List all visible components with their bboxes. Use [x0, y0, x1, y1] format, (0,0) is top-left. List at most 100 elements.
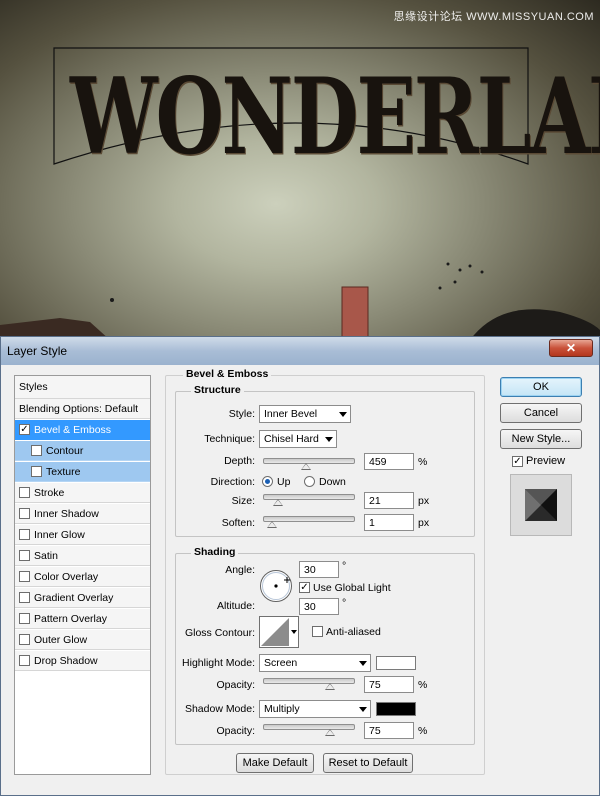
- shadow-opacity-value: 75: [369, 725, 381, 737]
- drop-shadow-checkbox[interactable]: [19, 655, 30, 666]
- ok-button[interactable]: OK: [500, 377, 582, 397]
- close-icon: ✕: [565, 341, 577, 355]
- cancel-button[interactable]: Cancel: [500, 403, 582, 423]
- soften-slider-thumb[interactable]: [267, 521, 278, 528]
- soften-input[interactable]: 1: [364, 514, 414, 531]
- angle-value: 30: [304, 564, 316, 576]
- technique-select[interactable]: Chisel Hard: [259, 430, 337, 448]
- shadow-color-swatch[interactable]: [376, 702, 416, 716]
- depth-input[interactable]: 459: [364, 453, 414, 470]
- chevron-down-icon: [359, 707, 367, 712]
- styles-list: Styles Blending Options: Default ✓ Bevel…: [14, 375, 151, 775]
- altitude-input[interactable]: 30: [299, 598, 339, 615]
- style-item-texture[interactable]: Texture: [15, 462, 150, 482]
- texture-checkbox[interactable]: [31, 466, 42, 477]
- technique-label: Technique:: [204, 433, 255, 445]
- size-unit: px: [418, 495, 430, 507]
- layer-style-dialog: Layer Style ✕ Styles Blending Options: D…: [0, 336, 600, 796]
- angle-label: Angle:: [225, 564, 255, 576]
- shadow-opacity-input[interactable]: 75: [364, 722, 414, 739]
- style-item-inner-shadow[interactable]: Inner Shadow: [15, 504, 150, 524]
- size-input[interactable]: 21: [364, 492, 414, 509]
- use-global-light-checkbox[interactable]: ✓: [299, 582, 310, 593]
- highlight-color-swatch[interactable]: [376, 656, 416, 670]
- style-item-label: Pattern Overlay: [34, 613, 107, 625]
- stroke-checkbox[interactable]: [19, 487, 30, 498]
- inner-glow-checkbox[interactable]: [19, 529, 30, 540]
- style-item-label: Drop Shadow: [34, 655, 98, 667]
- contour-curve-icon: [261, 618, 289, 646]
- background-artwork: 思缘设计论坛 WWW.MISSYUAN.COM WONDERLAND: [0, 0, 600, 340]
- blending-options-item[interactable]: Blending Options: Default: [15, 399, 150, 419]
- new-style-button[interactable]: New Style...: [500, 429, 582, 449]
- shadow-opacity-thumb[interactable]: [325, 729, 335, 736]
- style-item-stroke[interactable]: Stroke: [15, 483, 150, 503]
- gradient-overlay-checkbox[interactable]: [19, 592, 30, 603]
- highlight-opacity-input[interactable]: 75: [364, 676, 414, 693]
- style-item-contour[interactable]: Contour: [15, 441, 150, 461]
- close-button[interactable]: ✕: [549, 339, 593, 357]
- gloss-contour-label: Gloss Contour:: [184, 627, 255, 639]
- style-select[interactable]: Inner Bevel: [259, 405, 351, 423]
- style-select-value: Inner Bevel: [264, 408, 318, 420]
- inner-shadow-checkbox[interactable]: [19, 508, 30, 519]
- shadow-opacity-label: Opacity:: [216, 725, 255, 737]
- highlight-mode-label: Highlight Mode:: [182, 657, 255, 669]
- direction-down-radio[interactable]: [304, 476, 315, 487]
- chevron-down-icon: [291, 630, 297, 634]
- check-icon: ✓: [513, 456, 522, 467]
- highlight-mode-select[interactable]: Screen: [259, 654, 371, 672]
- style-item-drop-shadow[interactable]: Drop Shadow: [15, 651, 150, 671]
- style-item-label: Stroke: [34, 487, 65, 499]
- satin-checkbox[interactable]: [19, 550, 30, 561]
- preview-label: Preview: [526, 455, 566, 467]
- style-item-inner-glow[interactable]: Inner Glow: [15, 525, 150, 545]
- highlight-opacity-value: 75: [369, 679, 381, 691]
- anti-aliased-checkbox[interactable]: [312, 626, 323, 637]
- blending-options-label: Blending Options: Default: [19, 403, 139, 415]
- shadow-mode-select[interactable]: Multiply: [259, 700, 371, 718]
- depth-label: Depth:: [224, 455, 255, 467]
- shadow-opacity-slider[interactable]: [263, 724, 355, 730]
- size-slider-thumb[interactable]: [272, 499, 283, 506]
- pattern-overlay-checkbox[interactable]: [19, 613, 30, 624]
- color-overlay-checkbox[interactable]: [19, 571, 30, 582]
- tower: [341, 286, 369, 338]
- size-label: Size:: [231, 495, 255, 507]
- use-global-light-label: Use Global Light: [313, 582, 391, 594]
- direction-up-radio[interactable]: [262, 476, 273, 487]
- outer-glow-checkbox[interactable]: [19, 634, 30, 645]
- style-item-label: Gradient Overlay: [34, 592, 114, 604]
- styles-header-label: Styles: [19, 381, 48, 393]
- wonderland-title: WONDERLAND: [70, 56, 600, 179]
- style-item-pattern-overlay[interactable]: Pattern Overlay: [15, 609, 150, 629]
- highlight-opacity-thumb[interactable]: [325, 683, 335, 690]
- style-item-satin[interactable]: Satin: [15, 546, 150, 566]
- styles-header[interactable]: Styles: [15, 376, 150, 399]
- contour-checkbox[interactable]: [31, 445, 42, 456]
- style-item-gradient-overlay[interactable]: Gradient Overlay: [15, 588, 150, 608]
- depth-slider-thumb[interactable]: [300, 463, 311, 470]
- style-item-label: Inner Shadow: [34, 508, 99, 520]
- reset-to-default-button[interactable]: Reset to Default: [323, 753, 413, 773]
- bevel-emboss-checkbox[interactable]: ✓: [19, 424, 30, 435]
- direction-label: Direction:: [210, 476, 255, 488]
- style-item-bevel-emboss[interactable]: ✓ Bevel & Emboss: [15, 420, 150, 440]
- style-item-outer-glow[interactable]: Outer Glow: [15, 630, 150, 650]
- highlight-opacity-label: Opacity:: [216, 679, 255, 691]
- highlight-opacity-unit: %: [418, 679, 428, 691]
- dialog-titlebar[interactable]: Layer Style ✕: [1, 337, 599, 365]
- angle-degree: °: [342, 560, 347, 572]
- angle-dial[interactable]: [259, 569, 293, 603]
- style-item-label: Inner Glow: [34, 529, 85, 541]
- angle-input[interactable]: 30: [299, 561, 339, 578]
- gloss-contour-picker[interactable]: [259, 616, 299, 648]
- size-value: 21: [369, 495, 381, 507]
- anti-aliased-label: Anti-aliased: [326, 626, 381, 638]
- preview-checkbox[interactable]: ✓: [512, 456, 523, 467]
- highlight-opacity-slider[interactable]: [263, 678, 355, 684]
- shading-title: Shading: [191, 546, 239, 558]
- soften-label: Soften:: [221, 517, 255, 529]
- make-default-button[interactable]: Make Default: [236, 753, 314, 773]
- style-item-color-overlay[interactable]: Color Overlay: [15, 567, 150, 587]
